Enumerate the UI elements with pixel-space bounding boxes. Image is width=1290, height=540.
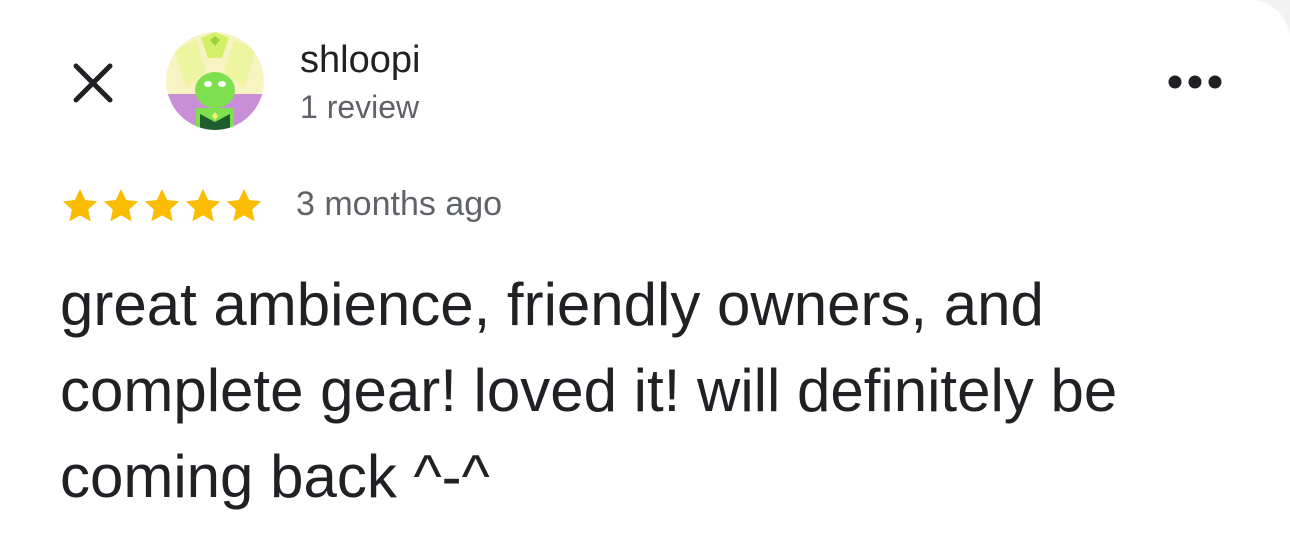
more-options-icon: [1168, 75, 1222, 89]
star-icon: [226, 189, 262, 222]
review-timestamp: 3 months ago: [296, 185, 503, 223]
star-icon: [103, 189, 139, 222]
avatar-image: [166, 32, 264, 130]
star-icon: [185, 189, 221, 222]
reviewer-name[interactable]: shloopi: [300, 38, 420, 82]
review-text: great ambience, friendly owners, and com…: [60, 271, 1118, 510]
avatar[interactable]: [166, 32, 264, 130]
review-card: shloopi 1 review 3 months ago great ambi…: [0, 0, 1290, 540]
close-button[interactable]: [62, 52, 124, 114]
star-icon: [62, 189, 98, 222]
more-options-button[interactable]: [1160, 58, 1230, 106]
close-icon: [73, 63, 113, 103]
star-rating: [60, 186, 265, 226]
reviewer-review-count: 1 review: [300, 89, 420, 125]
star-icon: [144, 189, 180, 222]
